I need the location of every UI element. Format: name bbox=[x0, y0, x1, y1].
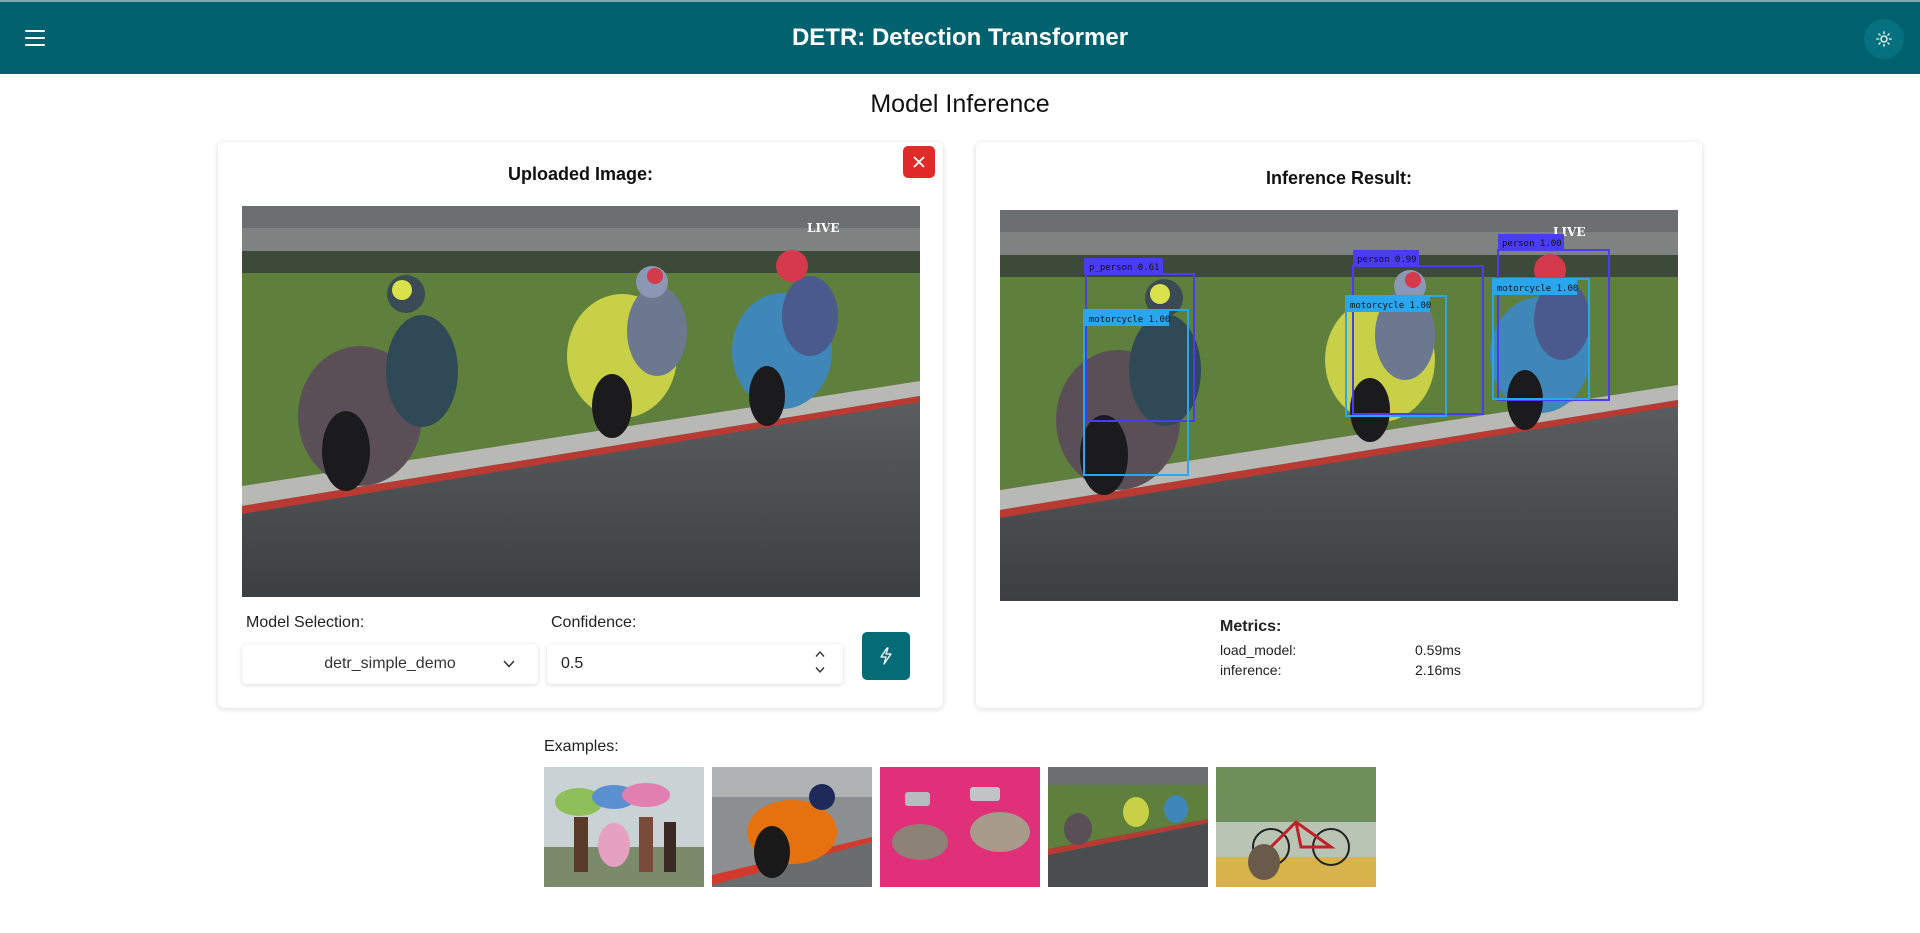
upload-panel: Uploaded Image: LIVE Model Selection: Co… bbox=[218, 142, 943, 708]
confidence-label: Confidence: bbox=[551, 614, 637, 631]
result-panel-title: Inference Result: bbox=[1265, 168, 1413, 188]
example-thumbnail-umbrellas[interactable] bbox=[544, 767, 704, 887]
example-thumbnail-bicycle[interactable] bbox=[1216, 767, 1376, 887]
example-thumbnail-cats[interactable] bbox=[880, 767, 1040, 887]
chevron-up-icon[interactable] bbox=[815, 650, 825, 658]
result-panel: Inference Result: LIVE p_person 0.61 mot… bbox=[976, 142, 1702, 708]
metric-row: inference: 2.16ms bbox=[1220, 662, 1520, 682]
confidence-stepper[interactable] bbox=[815, 650, 825, 674]
lightning-icon bbox=[880, 647, 892, 665]
close-icon bbox=[913, 156, 925, 168]
detection-label: person 0.99 bbox=[1357, 255, 1417, 265]
metrics-panel: Metrics: load_model: 0.59ms inference: 2… bbox=[1220, 618, 1520, 682]
metric-name: load_model: bbox=[1220, 642, 1297, 658]
metric-row: load_model: 0.59ms bbox=[1220, 642, 1520, 662]
detection-label: p_person 0.61 bbox=[1089, 263, 1159, 273]
examples-label: Examples: bbox=[544, 738, 619, 755]
confidence-input[interactable] bbox=[561, 655, 761, 673]
app-header: DETR: Detection Transformer bbox=[0, 0, 1920, 74]
upload-panel-title: Uploaded Image: bbox=[507, 164, 654, 184]
run-inference-button[interactable] bbox=[862, 632, 910, 680]
close-button[interactable] bbox=[903, 146, 935, 178]
page-title: Model Inference bbox=[870, 90, 1050, 118]
model-selection-label: Model Selection: bbox=[246, 614, 365, 631]
app-title: DETR: Detection Transformer bbox=[791, 24, 1129, 51]
example-thumbnail-motogp[interactable] bbox=[1048, 767, 1208, 887]
detection-label: motorcycle 1.00 bbox=[1497, 284, 1578, 294]
examples-gallery bbox=[544, 767, 1376, 887]
detection-label: motorcycle 1.00 bbox=[1350, 301, 1431, 311]
metric-value: 0.59ms bbox=[1415, 642, 1461, 658]
theme-toggle-button[interactable] bbox=[1864, 19, 1904, 59]
metric-value: 2.16ms bbox=[1415, 662, 1461, 678]
example-thumbnail-motorcycle[interactable] bbox=[712, 767, 872, 887]
detection-label: motorcycle 1.00 bbox=[1089, 315, 1170, 325]
confidence-field[interactable] bbox=[547, 644, 843, 684]
metric-name: inference: bbox=[1220, 662, 1282, 678]
uploaded-image: LIVE bbox=[242, 206, 920, 597]
model-select-value: detr_simple_demo bbox=[324, 655, 456, 672]
metrics-title: Metrics: bbox=[1220, 618, 1282, 635]
svg-text:LIVE: LIVE bbox=[807, 221, 840, 235]
inference-result-image: LIVE p_person 0.61 motorcycle 1.00 perso… bbox=[1000, 210, 1678, 601]
sun-icon bbox=[1876, 31, 1892, 47]
model-select[interactable]: detr_simple_demo bbox=[242, 644, 538, 684]
chevron-down-icon bbox=[503, 660, 515, 668]
detection-label: person 1.00 bbox=[1502, 239, 1562, 249]
chevron-down-icon[interactable] bbox=[815, 666, 825, 674]
